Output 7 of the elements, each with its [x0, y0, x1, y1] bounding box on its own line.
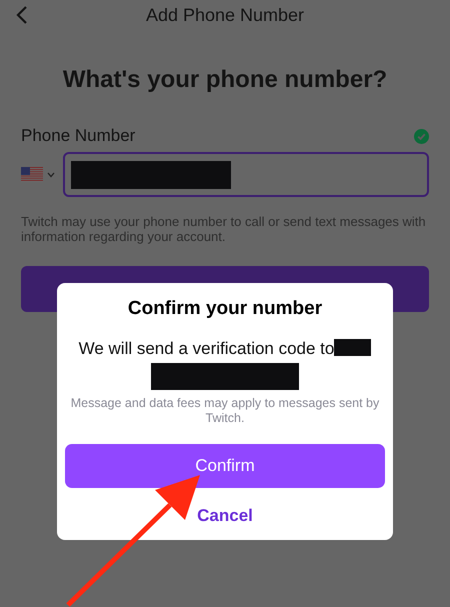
helper-text: Twitch may use your phone number to call or send text messages with information regarding your account. — [21, 214, 427, 244]
dialog-message: We will send a verification code to — [78, 339, 334, 358]
page-heading: What's your phone number? — [62, 66, 388, 94]
dialog-title: Confirm your number — [128, 298, 322, 320]
dialog-note: Message and data fees may apply to messages sent by Twitch. — [70, 396, 380, 426]
screen-title: Add Phone Number — [146, 4, 304, 24]
field-label: Phone Number — [21, 126, 136, 146]
